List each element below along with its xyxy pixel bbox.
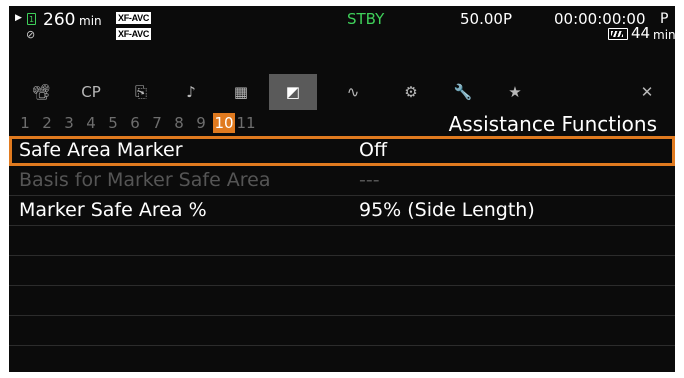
menu-row-empty [9,316,675,346]
menu-item-label: Safe Area Marker [19,139,183,161]
page-number-4[interactable]: 4 [81,113,101,133]
section-title: Assistance Functions [448,112,657,136]
network-settings-icon: ∿ [346,83,360,101]
menu-item-label: Marker Safe Area % [19,199,207,221]
my-menu-star-icon: ★ [508,83,522,101]
page-number-2[interactable]: 2 [37,113,57,133]
frame-rate: 50.00P [460,10,512,28]
tab-close[interactable]: ✕ [623,74,671,110]
menu-item-value: Off [359,139,388,161]
page-number-9[interactable]: 9 [191,113,211,133]
page-number-5[interactable]: 5 [103,113,123,133]
tab-custom-picture[interactable]: CP [67,74,115,110]
menu-item-value: --- [359,169,380,191]
battery-remaining-time: 44 [631,24,651,42]
maintenance-icon: 🔧 [453,83,473,101]
menu-item-value: 95% (Side Length) [359,199,535,221]
page-number-1[interactable]: 1 [15,113,35,133]
close-icon: ✕ [640,83,654,101]
media-remaining-time: 260 [43,10,76,30]
camera-setup-icon: 📽 [31,83,51,101]
sd-card-slot-icon: 1 [27,13,36,25]
tab-maintenance[interactable]: 🔧 [439,74,487,110]
menu-row-empty [9,346,675,372]
page-number-8[interactable]: 8 [169,113,189,133]
monitoring-setup-icon: ▦ [233,83,249,101]
custom-picture-icon: CP [81,83,101,101]
timecode-suffix: P [660,11,669,27]
page-number-6[interactable]: 6 [125,113,145,133]
page-number-7[interactable]: 7 [147,113,167,133]
tab-camera[interactable]: 📽 [17,74,65,110]
page-indicator-bar: 1 2 3 4 5 6 7 8 9 10 11 Assistance Functions [9,110,675,136]
format-badge-primary: XF-AVC [116,12,152,24]
assistance-functions-icon: ◩ [285,83,301,101]
menu-item-basis-for-marker-safe-area[interactable]: Basis for Marker Safe Area --- [9,166,675,196]
menu-row-empty [9,286,675,316]
page-number-3[interactable]: 3 [59,113,79,133]
menu-item-safe-area-marker[interactable]: Safe Area Marker Off [9,136,675,166]
tab-network[interactable]: ∿ [329,74,377,110]
battery-icon [608,28,628,40]
play-triangle-icon: ▶ [15,13,22,23]
camera-menu-screen: ▶ 1 260 min XF-AVC ⊘ XF-AVC STBY 50.00P … [9,6,675,372]
tab-system[interactable]: ⚙ [387,74,435,110]
menu-item-marker-safe-area[interactable]: Marker Safe Area % 95% (Side Length) [9,196,675,226]
tab-monitoring[interactable]: ▦ [217,74,265,110]
remote-off-icon: ⊘ [26,28,36,41]
page-number-10[interactable]: 10 [213,113,235,133]
audio-setup-icon: ♪ [186,83,196,101]
menu-row-empty [9,256,675,286]
menu-item-label: Basis for Marker Safe Area [19,169,271,191]
recording-mode-status: STBY [347,10,385,28]
menu-row-empty [9,226,675,256]
tab-recording[interactable]: ⎘ [117,74,165,110]
page-number-11[interactable]: 11 [235,113,257,133]
recording-setup-icon: ⎘ [134,83,147,101]
tab-my-menu[interactable]: ★ [491,74,539,110]
menu-tab-bar: 📽 CP ⎘ ♪ ▦ ◩ ∿ ⚙ 🔧 ★ ✕ [9,74,675,110]
battery-remaining-unit: min [653,28,675,42]
tab-assistance[interactable]: ◩ [269,74,317,110]
format-badge-secondary: XF-AVC [116,28,152,40]
system-setup-icon: ⚙ [404,83,418,101]
tab-audio[interactable]: ♪ [167,74,215,110]
media-remaining-unit: min [79,14,102,28]
